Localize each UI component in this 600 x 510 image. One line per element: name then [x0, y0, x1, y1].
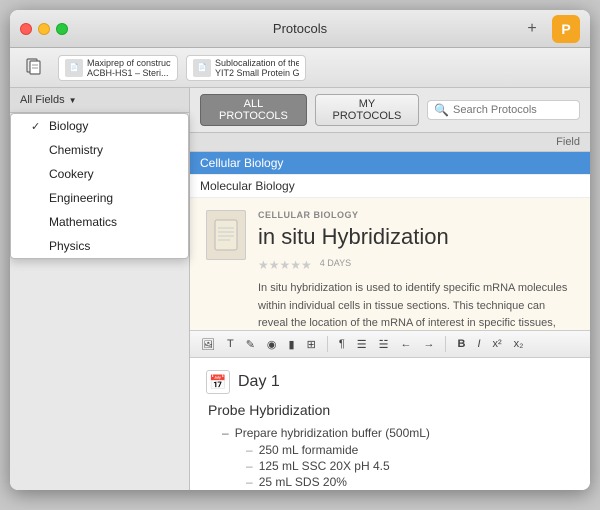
thumb-icon-1: 📄 — [65, 59, 83, 77]
italic-btn[interactable]: I — [474, 337, 483, 351]
protocol-description: In situ hybridization is used to identif… — [258, 280, 574, 330]
protocol-list: Prepare hybridization buffer (500mL) 250… — [206, 424, 574, 490]
dropdown-item-chemistry[interactable]: Chemistry — [11, 138, 188, 162]
indent-right-btn[interactable]: → — [420, 337, 437, 351]
protocol-title: in situ Hybridization — [258, 224, 574, 250]
dropdown-item-mathematics[interactable]: Mathematics — [11, 210, 188, 234]
field-selector[interactable]: All Fields ▼ — [10, 88, 189, 113]
right-panel: ALL PROTOCOLS MY PROTOCOLS 🔍 Field Cellu… — [190, 88, 590, 490]
sub-item-0-2: 25 mL SDS 20% — [246, 474, 574, 490]
section-title: Probe Hybridization — [206, 402, 574, 418]
my-protocols-button[interactable]: MY PROTOCOLS — [315, 94, 419, 126]
left-panel: All Fields ▼ ✓ Biology Chemistry Cookery — [10, 88, 190, 490]
dropdown-menu: ✓ Biology Chemistry Cookery Engineering — [10, 113, 189, 259]
draw-btn[interactable]: ✎ — [243, 337, 258, 352]
main-window: Protocols + P 📄 Maxiprep of construct AC… — [10, 10, 590, 490]
close-button[interactable] — [20, 23, 32, 35]
circle-btn[interactable]: ◉ — [264, 337, 280, 352]
search-box: 🔍 — [427, 100, 580, 120]
category-item-molecular[interactable]: Molecular Biology — [190, 175, 590, 198]
protocol-meta: ★★★★★ 4 DAYS — [258, 258, 574, 272]
maximize-button[interactable] — [56, 23, 68, 35]
thumb-text-1: Maxiprep of construct ACBH-HS1 – Steri..… — [87, 58, 171, 78]
insert-image-btn[interactable]: 🖼 — [198, 337, 218, 352]
dropdown-item-biology[interactable]: ✓ Biology — [11, 114, 188, 138]
indent-left-btn[interactable]: ← — [397, 337, 414, 351]
search-icon: 🔍 — [434, 103, 449, 117]
rect-btn[interactable]: ▮ — [286, 337, 298, 352]
superscript-btn[interactable]: x² — [490, 337, 505, 351]
titlebar-actions: + P — [520, 15, 580, 43]
protocol-bar: ALL PROTOCOLS MY PROTOCOLS 🔍 — [190, 88, 590, 133]
divider-1 — [327, 336, 328, 352]
calendar-icon: 📅 — [206, 370, 230, 394]
protocol-header-row: CELLULAR BIOLOGY in situ Hybridization ★… — [206, 210, 574, 330]
star-rating[interactable]: ★★★★★ — [258, 258, 312, 272]
field-header: Field — [190, 133, 590, 152]
para-btn[interactable]: ¶ — [336, 337, 348, 351]
search-input[interactable] — [453, 104, 573, 116]
dropdown-item-cookery[interactable]: Cookery — [11, 162, 188, 186]
traffic-lights — [20, 23, 68, 35]
field-selector-label: All Fields — [20, 94, 65, 106]
thumb-text-2: Sublocalization of the YIT2 Small Protei… — [215, 58, 299, 78]
subscript-btn[interactable]: x₂ — [511, 337, 527, 351]
dropdown-item-engineering[interactable]: Engineering — [11, 186, 188, 210]
recent-protocol-1[interactable]: 📄 Maxiprep of construct ACBH-HS1 – Steri… — [58, 55, 178, 81]
divider-2 — [445, 336, 446, 352]
check-icon: ✓ — [31, 120, 43, 133]
add-protocol-button[interactable]: + — [520, 17, 544, 41]
day-header: 📅 Day 1 — [206, 370, 574, 394]
dropdown-item-physics[interactable]: Physics — [11, 234, 188, 258]
editor-toolbar: 🖼 T ✎ ◉ ▮ ⊞ ¶ ☰ ☱ ← → B I x² x₂ — [190, 330, 590, 358]
category-list: Cellular Biology Molecular Biology — [190, 152, 590, 198]
main-content: All Fields ▼ ✓ Biology Chemistry Cookery — [10, 88, 590, 490]
list-item-0: Prepare hybridization buffer (500mL) — [222, 424, 574, 442]
days-badge: 4 DAYS — [320, 258, 351, 268]
protocol-info: CELLULAR BIOLOGY in situ Hybridization ★… — [258, 210, 574, 330]
sub-items-0: 250 mL formamide 125 mL SSC 20X pH 4.5 2… — [222, 442, 574, 490]
list-btn[interactable]: ☰ — [354, 337, 370, 352]
window-title: Protocols — [273, 21, 327, 36]
day-title: Day 1 — [238, 373, 280, 391]
all-protocols-button[interactable]: ALL PROTOCOLS — [200, 94, 307, 126]
protocol-doc-icon — [206, 210, 246, 260]
minimize-button[interactable] — [38, 23, 50, 35]
text-btn[interactable]: T — [224, 337, 237, 351]
chevron-down-icon: ▼ — [69, 96, 77, 105]
sub-item-0-0: 250 mL formamide — [246, 442, 574, 458]
toolbar: 📄 Maxiprep of construct ACBH-HS1 – Steri… — [10, 48, 590, 88]
bold-btn[interactable]: B — [454, 337, 468, 351]
category-item-cellular[interactable]: Cellular Biology — [190, 152, 590, 175]
protocol-badge[interactable]: P — [552, 15, 580, 43]
recent-protocol-2[interactable]: 📄 Sublocalization of the YIT2 Small Prot… — [186, 55, 306, 81]
table-btn[interactable]: ⊞ — [304, 337, 319, 352]
protocol-detail: CELLULAR BIOLOGY in situ Hybridization ★… — [190, 198, 590, 330]
sub-item-0-1: 125 mL SSC 20X pH 4.5 — [246, 458, 574, 474]
content-body: 📅 Day 1 Probe Hybridization Prepare hybr… — [190, 358, 590, 490]
thumb-icon-2: 📄 — [193, 59, 211, 77]
list2-btn[interactable]: ☱ — [376, 337, 392, 352]
titlebar: Protocols + P — [10, 10, 590, 48]
protocol-tag: CELLULAR BIOLOGY — [258, 210, 574, 220]
protocols-icon[interactable] — [20, 53, 50, 83]
